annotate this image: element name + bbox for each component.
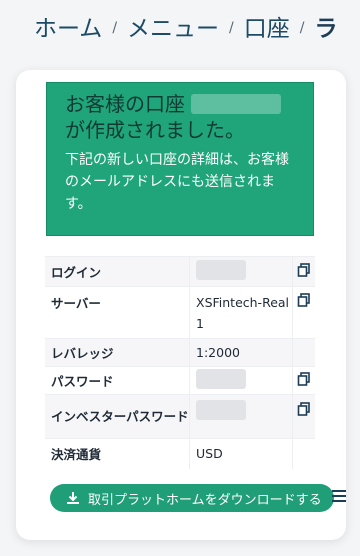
detail-row-currency: 決済通貨 USD bbox=[45, 438, 315, 469]
detail-row-password: パスワード bbox=[45, 366, 315, 395]
empty-cell bbox=[292, 438, 315, 469]
account-created-card: お客様の口座 が作成されました。 下記の新しい口座の詳細は、お客様のメールアドレ… bbox=[16, 70, 346, 540]
detail-value: USD bbox=[189, 438, 293, 469]
detail-row-leverage: レバレッジ 1:2000 bbox=[45, 338, 315, 367]
success-message: 下記の新しい口座の詳細は、お客様のメールアドレスにも送信されます。 bbox=[65, 152, 289, 212]
detail-value bbox=[189, 256, 293, 287]
breadcrumb-home[interactable]: ホーム bbox=[34, 9, 102, 43]
copy-button[interactable] bbox=[292, 394, 315, 439]
download-platform-label: 取引プラットホームをダウンロードする bbox=[88, 492, 322, 508]
download-icon bbox=[67, 492, 79, 504]
detail-label: パスワード bbox=[45, 366, 190, 395]
detail-value bbox=[189, 366, 293, 395]
redacted-value bbox=[196, 369, 246, 389]
success-message-box: お客様の口座 が作成されました。 下記の新しい口座の詳細は、お客様のメールアドレ… bbox=[46, 82, 314, 236]
breadcrumb: ホーム / メニュー / 口座 / ラ bbox=[34, 8, 337, 44]
copy-icon[interactable] bbox=[297, 263, 311, 277]
copy-button[interactable] bbox=[292, 286, 315, 339]
detail-label: サーバー bbox=[45, 286, 190, 339]
redacted-value bbox=[196, 260, 246, 280]
redacted-value bbox=[196, 400, 246, 420]
breadcrumb-accounts[interactable]: 口座 bbox=[244, 9, 290, 43]
empty-cell bbox=[292, 338, 315, 367]
account-details-table: ログイン サーバー XSFintech-Real1 レバレッジ 1:2000 パ… bbox=[45, 256, 315, 469]
copy-icon[interactable] bbox=[297, 402, 311, 416]
copy-button[interactable] bbox=[292, 256, 315, 287]
detail-row-investor-password: インベスターパスワード bbox=[45, 394, 315, 439]
copy-icon[interactable] bbox=[297, 293, 311, 307]
detail-label: ログイン bbox=[45, 256, 190, 287]
redacted-account-number bbox=[191, 94, 282, 114]
detail-label: インベスターパスワード bbox=[45, 394, 190, 439]
detail-label: 決済通貨 bbox=[45, 438, 190, 469]
copy-icon[interactable] bbox=[297, 372, 311, 386]
detail-row-login: ログイン bbox=[45, 256, 315, 287]
success-title-part1: お客様の口座 bbox=[65, 92, 185, 116]
copy-button[interactable] bbox=[292, 366, 315, 395]
detail-label: レバレッジ bbox=[45, 338, 190, 367]
breadcrumb-current: ラ bbox=[314, 16, 338, 42]
breadcrumb-separator: / bbox=[112, 20, 118, 36]
success-title-part2: が作成されました。 bbox=[65, 118, 245, 142]
download-platform-button[interactable]: 取引プラットホームをダウンロードする bbox=[50, 484, 334, 512]
more-menu-icon[interactable] bbox=[332, 490, 346, 502]
detail-row-server: サーバー XSFintech-Real1 bbox=[45, 286, 315, 339]
breadcrumb-separator: / bbox=[229, 20, 234, 36]
breadcrumb-menu[interactable]: メニュー bbox=[127, 9, 219, 43]
breadcrumb-separator: / bbox=[299, 20, 305, 36]
detail-value bbox=[189, 394, 293, 439]
detail-value: XSFintech-Real1 bbox=[189, 286, 293, 339]
success-title: お客様の口座 が作成されました。 bbox=[65, 91, 301, 143]
detail-value: 1:2000 bbox=[189, 338, 293, 367]
